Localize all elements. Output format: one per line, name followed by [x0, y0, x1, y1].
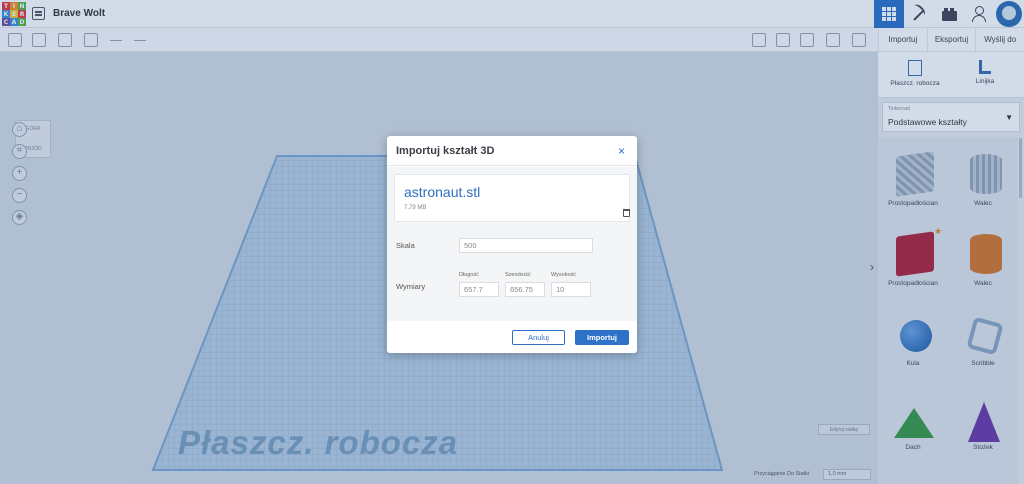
- close-icon[interactable]: ×: [618, 144, 625, 158]
- dialog-footer: Anuluj Importuj: [387, 321, 637, 353]
- dialog-header: Importuj kształt 3D ×: [387, 136, 637, 166]
- scale-label: Skala: [396, 241, 415, 250]
- length-input[interactable]: 657.7: [459, 282, 499, 297]
- file-name: astronaut.stl: [404, 184, 481, 200]
- file-size: 7,79 MB: [404, 205, 427, 211]
- width-label: Szerokość: [505, 272, 531, 278]
- cancel-button[interactable]: Anuluj: [512, 330, 565, 345]
- file-card: astronaut.stl 7,79 MB: [394, 174, 630, 222]
- height-input[interactable]: 10: [551, 282, 591, 297]
- dimensions-label: Wymiary: [396, 282, 426, 291]
- import-dialog: Importuj kształt 3D × astronaut.stl 7,79…: [387, 136, 637, 353]
- width-input[interactable]: 656.75: [505, 282, 545, 297]
- scale-input[interactable]: 500: [459, 238, 593, 253]
- dialog-title: Importuj kształt 3D: [396, 145, 495, 157]
- height-label: Wysokość: [551, 272, 577, 278]
- length-label: Długość: [459, 272, 479, 278]
- trash-icon[interactable]: [623, 209, 630, 217]
- dialog-body: astronaut.stl 7,79 MB Skala 500 Długość …: [387, 167, 637, 321]
- import-button[interactable]: Importuj: [575, 330, 629, 345]
